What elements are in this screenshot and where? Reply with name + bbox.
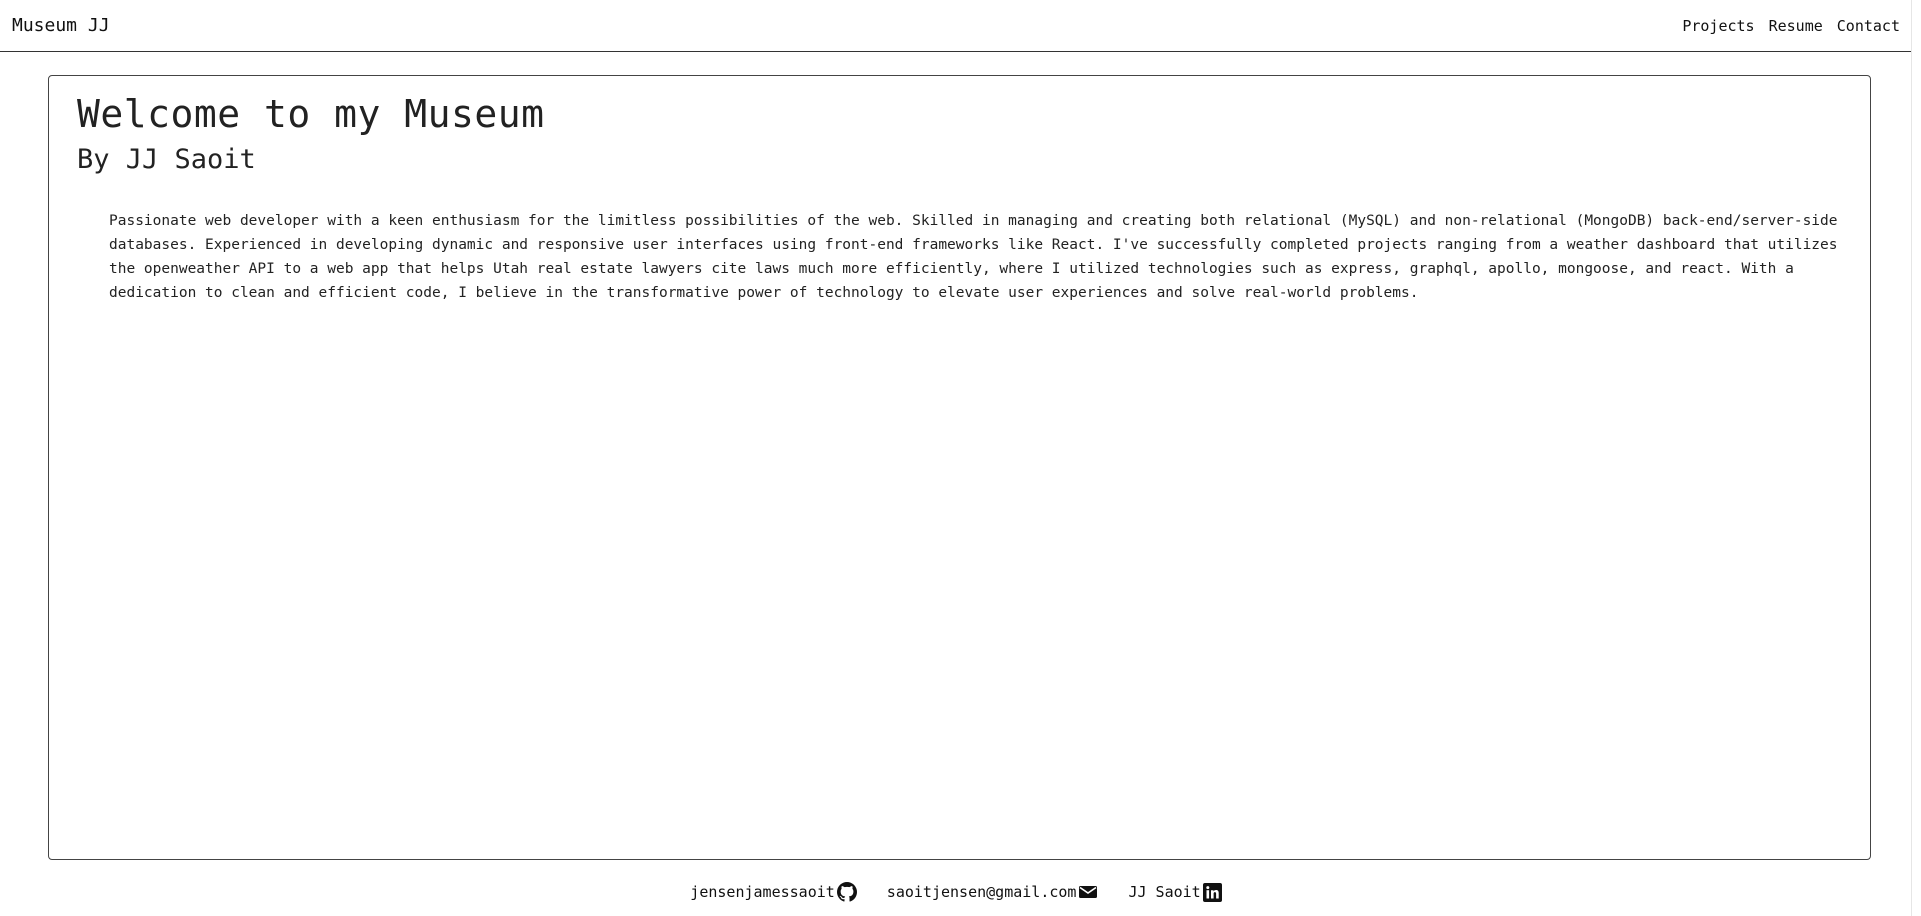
nav-link-resume[interactable]: Resume	[1769, 17, 1823, 35]
bio-paragraph: Passionate web developer with a keen ent…	[109, 213, 1838, 301]
envelope-icon	[1078, 884, 1098, 900]
page-subtitle: By JJ Saoit	[77, 144, 256, 175]
linkedin-label: JJ Saoit	[1128, 883, 1201, 901]
nav-link-projects[interactable]: Projects	[1682, 17, 1754, 35]
page-title: Welcome to my Museum	[77, 92, 545, 136]
github-label: jensenjamessaoit	[690, 883, 835, 901]
page-scrollbar[interactable]	[1911, 0, 1921, 916]
email-label: saoitjensen@gmail.com	[886, 883, 1077, 901]
linkedin-link[interactable]: JJ Saoit	[1128, 882, 1222, 902]
linkedin-icon	[1202, 882, 1222, 902]
email-link[interactable]: saoitjensen@gmail.com	[887, 883, 1099, 901]
nav-link-contact[interactable]: Contact	[1837, 17, 1900, 35]
github-icon	[836, 882, 857, 902]
navbar: Museum JJ Projects Resume Contact	[0, 0, 1912, 52]
footer: jensenjamessaoit saoitjensen@gmail.com J…	[0, 882, 1912, 902]
brand-link[interactable]: Museum JJ	[12, 15, 110, 36]
nav-links: Projects Resume Contact	[1682, 17, 1900, 35]
github-link[interactable]: jensenjamessaoit	[690, 882, 857, 902]
hero-card: Welcome to my Museum By JJ Saoit Passion…	[48, 75, 1871, 860]
